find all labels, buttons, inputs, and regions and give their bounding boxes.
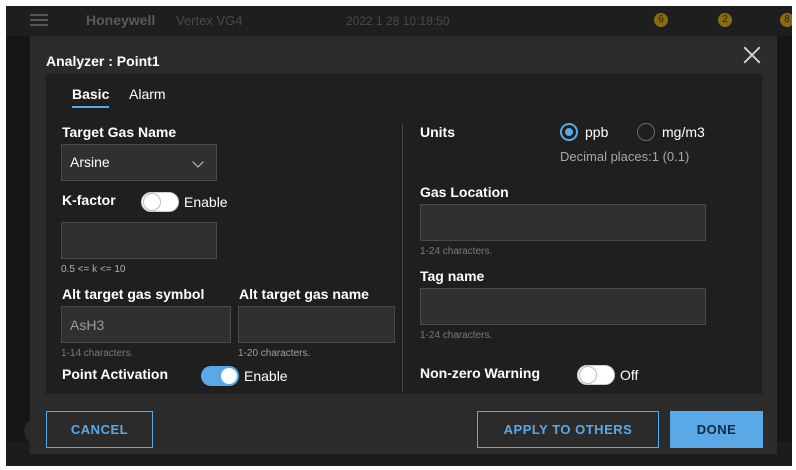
cancel-button[interactable]: CANCEL [46, 411, 153, 448]
dialog-content: Basic Alarm Target Gas Name Arsine K-fac… [46, 74, 762, 394]
warning-badge: 2 [718, 13, 732, 27]
units-label: Units [420, 124, 455, 140]
tag-name-input[interactable] [420, 288, 706, 325]
event-badge: 8 [780, 13, 792, 27]
alt-symbol-input[interactable] [61, 306, 231, 343]
radio-ppb[interactable] [560, 123, 578, 141]
apply-to-others-button[interactable]: APPLY TO OTHERS [477, 411, 659, 448]
point-activation-label: Point Activation [62, 366, 169, 382]
target-gas-value: Arsine [70, 154, 110, 170]
kfactor-input[interactable] [61, 222, 217, 259]
toggle-knob [221, 368, 237, 384]
column-divider [402, 124, 403, 392]
chevron-down-icon [192, 156, 204, 168]
tab-alarm[interactable]: Alarm [129, 86, 166, 102]
alt-name-input[interactable] [238, 306, 395, 343]
done-button[interactable]: DONE [670, 411, 763, 448]
alt-symbol-label: Alt target gas symbol [62, 286, 205, 302]
gas-location-input[interactable] [420, 204, 706, 241]
kfactor-label: K-factor [62, 192, 116, 208]
dialog-title: Analyzer : Point1 [46, 53, 160, 69]
background-header: Honeywell Vertex VG4 2022 1 28 10:18:50 … [6, 6, 792, 36]
close-icon[interactable] [741, 44, 763, 66]
tab-basic[interactable]: Basic [72, 86, 110, 108]
decimal-places: Decimal places:1 (0.1) [560, 149, 690, 164]
brand-logo: Honeywell [86, 12, 156, 28]
tag-name-hint: 1-24 characters. [420, 330, 493, 341]
kfactor-toggle-text: Enable [184, 194, 228, 210]
radio-ppb-label: ppb [585, 124, 609, 140]
target-gas-label: Target Gas Name [62, 124, 177, 140]
tag-name-label: Tag name [420, 268, 485, 284]
radio-mgm3-label: mg/m3 [662, 124, 705, 140]
point-activation-text: Enable [244, 368, 288, 384]
datetime: 2022 1 28 10:18:50 [346, 14, 450, 28]
toggle-knob [144, 194, 160, 210]
kfactor-hint: 0.5 <= k <= 10 [61, 264, 126, 275]
gas-location-hint: 1-24 characters. [420, 246, 493, 257]
nonzero-warning-toggle[interactable] [577, 365, 615, 385]
toggle-knob [580, 367, 596, 383]
kfactor-toggle[interactable] [141, 192, 179, 212]
menu-icon [30, 14, 48, 26]
nonzero-warning-text: Off [620, 367, 639, 383]
alt-symbol-hint: 1-14 characters. [61, 348, 134, 359]
alt-name-label: Alt target gas name [239, 286, 369, 302]
alarm-badge: 6 [654, 13, 668, 27]
analyzer-dialog: Analyzer : Point1 Basic Alarm Target Gas… [30, 36, 777, 454]
alt-name-hint: 1-20 characters. [238, 348, 311, 359]
product-name: Vertex VG4 [176, 13, 243, 28]
nonzero-warning-label: Non-zero Warning [420, 365, 541, 381]
target-gas-select[interactable]: Arsine [61, 144, 217, 181]
point-activation-toggle[interactable] [201, 366, 239, 386]
gas-location-label: Gas Location [420, 184, 509, 200]
radio-mgm3[interactable] [637, 123, 655, 141]
